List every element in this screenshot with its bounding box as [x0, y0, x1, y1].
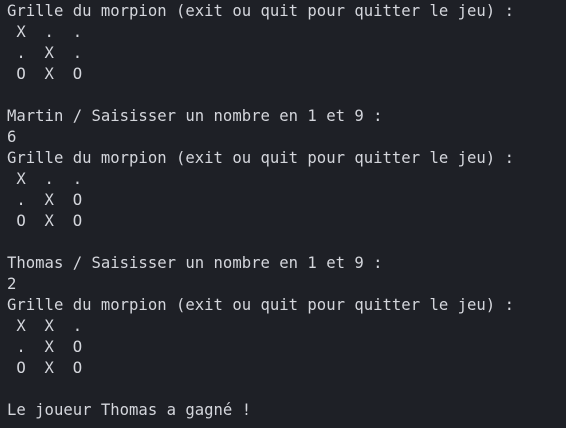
grid-row-2: . X .: [7, 44, 83, 62]
terminal-output[interactable]: Grille du morpion (exit ou quit pour qui…: [0, 0, 566, 428]
grid-row-3: O X O: [7, 359, 83, 377]
grid-row-1: X . .: [7, 23, 83, 41]
grid-row-2: . X O: [7, 338, 83, 356]
prompt-line-thomas: Thomas / Saisisser un nombre en 1 et 9 :: [7, 254, 383, 272]
winner-message: Le joueur Thomas a gagné !: [7, 401, 252, 419]
grid-row-3: O X O: [7, 212, 83, 230]
grid-row-1: X . .: [7, 170, 83, 188]
grid-header-line: Grille du morpion (exit ou quit pour qui…: [7, 296, 514, 314]
grid-header-line: Grille du morpion (exit ou quit pour qui…: [7, 149, 514, 167]
grid-header-line: Grille du morpion (exit ou quit pour qui…: [7, 2, 514, 20]
user-input-line: 2: [7, 275, 17, 293]
grid-row-2: . X O: [7, 191, 83, 209]
grid-row-1: X X .: [7, 317, 83, 335]
prompt-line-martin: Martin / Saisisser un nombre en 1 et 9 :: [7, 107, 383, 125]
grid-row-3: O X O: [7, 65, 83, 83]
user-input-line: 6: [7, 128, 17, 146]
